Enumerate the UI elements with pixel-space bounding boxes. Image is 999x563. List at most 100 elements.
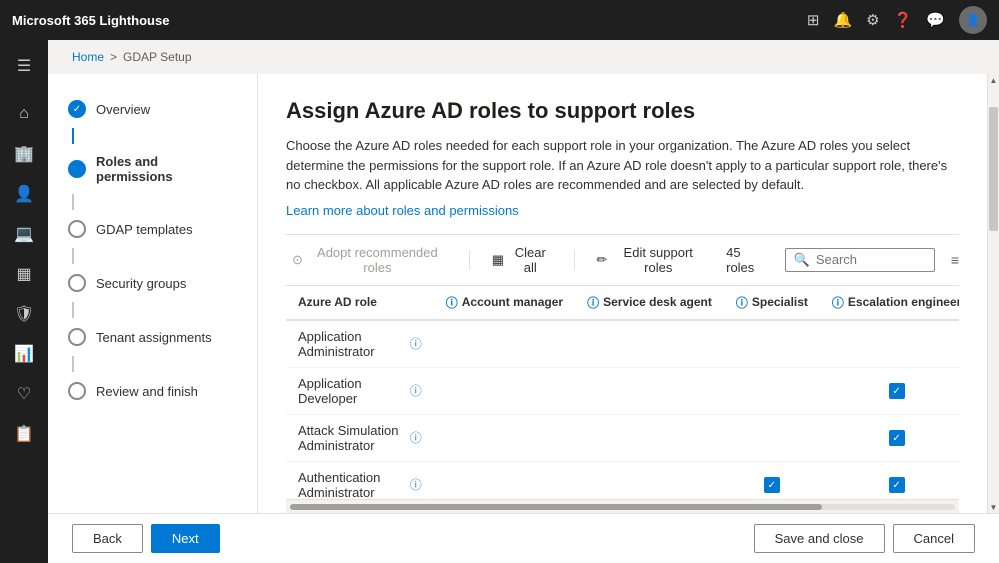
home-icon[interactable]: ⌂ [6,96,42,132]
step-label-roles: Roles and permissions [96,154,237,184]
table-row: Application Administrator ⓘ ✓ [286,320,959,368]
wizard-step-security[interactable]: Security groups [64,268,241,298]
cancel-button[interactable]: Cancel [893,524,975,553]
wizard-step-tenant[interactable]: Tenant assignments [64,322,241,352]
table-row: Attack Simulation Administrator ⓘ ✓ [286,414,959,461]
role-name: Application Developer [298,376,404,406]
adopt-recommended-button[interactable]: ⊙ Adopt recommended roles [286,241,453,279]
role-info-icon[interactable]: ⓘ [410,335,422,352]
question-icon[interactable]: ❓ [894,11,913,29]
filter-icon[interactable]: ≡ [951,252,959,268]
connector-4 [72,302,74,318]
learn-more-link[interactable]: Learn more about roles and permissions [286,203,959,218]
step-label-security: Security groups [96,276,186,291]
checkbox[interactable]: ✓ [889,430,905,446]
role-name: Authentication Administrator [298,470,404,500]
role-info-icon[interactable]: ⓘ [410,476,422,493]
data-icon[interactable]: 📊 [6,336,42,372]
breadcrumb-home[interactable]: Home [72,50,104,64]
role-info-icon[interactable]: ⓘ [410,429,422,446]
wizard-step-review[interactable]: Review and finish [64,376,241,406]
toolbar-sep-2 [574,250,575,270]
breadcrumb-current: GDAP Setup [123,50,191,64]
topbar: Microsoft 365 Lighthouse ⊞ 🔔 ⚙ ❓ 💬 👤 [0,0,999,40]
back-button[interactable]: Back [72,524,143,553]
footer-right: Save and close Cancel [754,524,975,553]
col-account-manager: ⓘ Account manager [434,286,575,320]
footer: Back Next Save and close Cancel [48,513,999,563]
leftnav: ☰ ⌂ 🏢 👤 💻 ▦ 🛡 📊 ♡ 📋 [0,40,48,563]
connector-1 [72,128,74,144]
info-icon-service[interactable]: ⓘ [587,294,599,311]
table-header-row: Azure AD role ⓘ Account manager [286,286,959,320]
connector-5 [72,356,74,372]
grid-icon[interactable]: ⊞ [807,11,820,29]
clear-all-button[interactable]: ▦ Clear all [486,241,558,279]
horizontal-scrollbar[interactable] [286,499,959,513]
roles-table: Azure AD role ⓘ Account manager [286,286,959,500]
app-title: Microsoft 365 Lighthouse [12,13,807,28]
checkbox[interactable]: ✓ [889,477,905,493]
info-icon-specialist[interactable]: ⓘ [736,294,748,311]
main-content: Assign Azure AD roles to support roles C… [258,74,987,513]
save-close-button[interactable]: Save and close [754,524,885,553]
scroll-thumb [290,504,822,510]
edit-icon: ✏ [596,252,607,268]
adopt-icon: ⊙ [292,252,303,268]
table-wrapper: Azure AD role ⓘ Account manager [286,286,959,500]
checkbox[interactable]: ✓ [889,383,905,399]
wizard-step-overview[interactable]: ✓ Overview [64,94,241,124]
devices-icon[interactable]: 💻 [6,216,42,252]
clear-label: Clear all [509,245,551,275]
search-icon: 🔍 [794,252,810,268]
scroll-track-vertical [988,86,999,501]
role-info-icon[interactable]: ⓘ [410,382,422,399]
reports-icon[interactable]: 📋 [6,416,42,452]
step-indicator-review [68,382,86,400]
vertical-scrollbar[interactable]: ▲ ▼ [987,74,999,513]
info-icon-account[interactable]: ⓘ [446,294,458,311]
step-indicator-security [68,274,86,292]
compliance-icon[interactable]: ♡ [6,376,42,412]
page-description: Choose the Azure AD roles needed for eac… [286,136,959,195]
checkbox[interactable]: ✓ [764,477,780,493]
chat-icon[interactable]: 💬 [926,11,945,29]
apps-icon[interactable]: ▦ [6,256,42,292]
role-name: Attack Simulation Administrator [298,423,404,453]
avatar[interactable]: 👤 [959,6,987,34]
step-label-tenant: Tenant assignments [96,330,212,345]
table-row: Application Developer ⓘ ✓ [286,367,959,414]
hamburger-icon[interactable]: ☰ [6,48,42,84]
wizard-step-roles[interactable]: Roles and permissions [64,148,241,190]
connector-2 [72,194,74,210]
step-indicator-overview: ✓ [68,100,86,118]
tenants-icon[interactable]: 🏢 [6,136,42,172]
adopt-label: Adopt recommended roles [308,245,447,275]
roles-count: 45 roles [726,245,769,275]
info-icon-escalation[interactable]: ⓘ [832,294,844,311]
next-button[interactable]: Next [151,524,220,553]
security-icon[interactable]: 🛡 [6,296,42,332]
role-name: Application Administrator [298,329,404,359]
gear-icon[interactable]: ⚙ [866,11,879,29]
users-icon[interactable]: 👤 [6,176,42,212]
col-escalation: ⓘ Escalation engineer [820,286,959,320]
bell-icon[interactable]: 🔔 [833,11,852,29]
col-specialist: ⓘ Specialist [724,286,820,320]
step-indicator-gdap [68,220,86,238]
step-indicator-roles [68,160,86,178]
edit-label: Edit support roles [612,245,704,275]
clear-icon: ▦ [492,252,504,268]
col-azure-ad-role: Azure AD role [286,286,434,320]
search-input[interactable] [816,252,926,267]
wizard-sidebar: ✓ Overview Roles and permissions GDAP te… [48,74,258,513]
scroll-down-arrow[interactable]: ▼ [988,501,999,513]
edit-support-roles-button[interactable]: ✏ Edit support roles [590,241,710,279]
col-service-desk: ⓘ Service desk agent [575,286,724,320]
wizard-step-gdap[interactable]: GDAP templates [64,214,241,244]
step-label-gdap: GDAP templates [96,222,193,237]
scroll-thumb-vertical [989,107,998,232]
table-toolbar: ⊙ Adopt recommended roles ▦ Clear all ✏ … [286,234,959,286]
step-label-review: Review and finish [96,384,198,399]
scroll-up-arrow[interactable]: ▲ [988,74,999,86]
